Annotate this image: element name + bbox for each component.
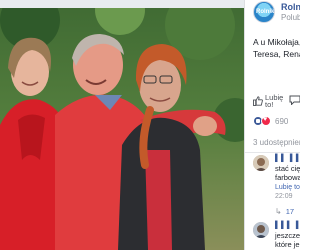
post-text: A u Mikołaja, w Teresa, Renat [253, 36, 300, 60]
reply-count: 17 [285, 206, 295, 216]
like-button-label: Lubię to! [265, 93, 284, 109]
commenter-avatar-image [253, 222, 269, 238]
page-follow-link[interactable]: Polub [281, 13, 300, 22]
page-name-link[interactable]: Rolni [281, 2, 300, 12]
comment-text-line: stać cię [275, 164, 300, 173]
view-replies-link[interactable]: ↳ 17 [275, 206, 294, 216]
section-divider [245, 152, 300, 153]
thumbs-up-icon [253, 96, 263, 106]
comment-text: stać cię farbowa [275, 164, 300, 182]
commenter-name[interactable]: ▌▌▌ ▌▌ ▌ [275, 222, 300, 229]
post-text-line: Teresa, Renat [253, 49, 300, 59]
love-reaction-icon [261, 116, 271, 126]
comment-meta: Lubię to 22:09 [275, 183, 300, 201]
reactions-summary[interactable]: 690 [253, 115, 288, 127]
reaction-count: 690 [275, 116, 289, 126]
page-header: Rolnik Rolni Polub [245, 0, 300, 24]
commenter-avatar[interactable] [253, 222, 269, 238]
post-side-panel: Rolnik Rolni Polub A u Mikołaja, w Teres… [245, 0, 300, 250]
commenter-name[interactable]: ▌▌ ▌▌ ▌▌ [275, 155, 300, 162]
post-text-line: A u Mikołaja, w [253, 37, 300, 47]
comment-text-line: jeszcze [275, 231, 300, 240]
commenter-avatar[interactable] [253, 155, 269, 171]
shares-count-link[interactable]: 3 udostępnień [253, 138, 300, 147]
comment-timestamp: 22:09 [275, 193, 293, 200]
page-avatar-text: Rolnik [256, 9, 275, 15]
comment-text-line: które je [275, 240, 300, 249]
comment-like-link[interactable]: Lubię to [275, 183, 300, 192]
like-button[interactable]: Lubię to! [253, 93, 284, 109]
page-avatar[interactable]: Rolnik [253, 1, 275, 23]
reply-arrow-icon: ↳ [275, 206, 282, 216]
post-photo[interactable] [0, 0, 245, 250]
comment-icon[interactable] [289, 95, 300, 105]
comment-text-line: farbowa [275, 173, 300, 182]
post-photo-illustration [0, 0, 245, 250]
comment-text: jeszcze które je [275, 231, 300, 249]
commenter-avatar-image [253, 155, 269, 171]
